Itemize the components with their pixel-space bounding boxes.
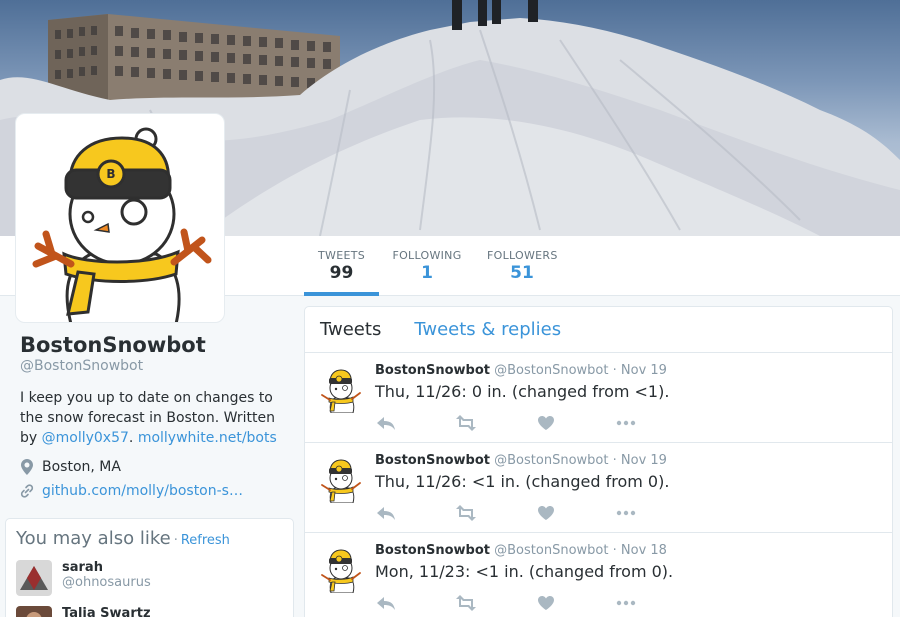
profile-bio: I keep you up to date on changes to the …: [20, 388, 280, 448]
wtf-user-name[interactable]: Talia Swartz: [62, 606, 151, 617]
tab-tweets[interactable]: Tweets: [320, 319, 381, 340]
tweet-text: Mon, 11/23: <1 in. (changed from 0).: [375, 562, 674, 581]
tweet-date[interactable]: Nov 18: [621, 543, 667, 558]
profile-avatar[interactable]: B: [15, 113, 225, 323]
profile-website[interactable]: github.com/molly/boston-s…: [20, 483, 280, 499]
heart-icon[interactable]: [535, 505, 557, 521]
wtf-user-handle: @ohnosaurus: [62, 575, 151, 590]
retweet-icon[interactable]: [455, 505, 477, 521]
link-icon: [20, 484, 34, 498]
stat-label: FOLLOWERS: [487, 249, 558, 262]
svg-text:B: B: [106, 167, 115, 181]
tweet-author-name[interactable]: BostonSnowbot: [375, 453, 490, 468]
bio-mention-link[interactable]: @molly0x57: [42, 430, 129, 446]
heart-icon[interactable]: [535, 415, 557, 431]
avatar[interactable]: [319, 455, 363, 504]
tweet-author-handle[interactable]: @BostonSnowbot: [494, 453, 608, 468]
stat-following[interactable]: FOLLOWING 1: [392, 236, 462, 296]
reply-icon[interactable]: [375, 415, 397, 431]
tweet-actions: [375, 595, 655, 611]
avatar[interactable]: [16, 560, 52, 596]
bio-separator: .: [128, 430, 138, 446]
stat-label: TWEETS: [318, 249, 365, 262]
tweet[interactable]: BostonSnowbot @BostonSnowbot · Nov 19 Th…: [305, 353, 892, 443]
stat-tweets[interactable]: TWEETS 99: [304, 236, 379, 296]
profile-handle[interactable]: @BostonSnowbot: [20, 358, 280, 374]
wtf-user[interactable]: Talia Swartz: [16, 606, 151, 617]
tweet-actions: [375, 505, 655, 521]
tweet-author-handle[interactable]: @BostonSnowbot: [494, 543, 608, 558]
stat-value: 99: [329, 263, 354, 283]
wtf-title: You may also like: [16, 528, 171, 549]
reply-icon[interactable]: [375, 505, 397, 521]
stat-label: FOLLOWING: [392, 249, 462, 262]
tweet-date[interactable]: Nov 19: [621, 453, 667, 468]
tab-tweets-replies[interactable]: Tweets & replies: [414, 319, 561, 340]
tweet[interactable]: BostonSnowbot @BostonSnowbot · Nov 19 Th…: [305, 443, 892, 533]
profile-name[interactable]: BostonSnowbot: [20, 333, 280, 357]
tweet-actions: [375, 415, 655, 431]
tweet-text: Thu, 11/26: 0 in. (changed from <1).: [375, 382, 670, 401]
timeline: Tweets Tweets & replies BostonSnowbot @B…: [304, 306, 893, 617]
profile-card: BostonSnowbot @BostonSnowbot I keep you …: [20, 333, 280, 499]
avatar[interactable]: [319, 545, 363, 594]
reply-icon[interactable]: [375, 595, 397, 611]
heart-icon[interactable]: [535, 595, 557, 611]
tweet-separator: ·: [612, 453, 617, 468]
website-text[interactable]: github.com/molly/boston-s…: [42, 483, 243, 499]
wtf-refresh-link[interactable]: Refresh: [181, 533, 230, 548]
who-to-follow: You may also like · Refresh sarah @ohnos…: [5, 518, 294, 617]
bio-website-link[interactable]: mollywhite.net/bots: [138, 430, 277, 446]
stat-value: 51: [510, 263, 534, 283]
more-icon[interactable]: [615, 415, 637, 431]
tweet-author-handle[interactable]: @BostonSnowbot: [494, 363, 608, 378]
wtf-user[interactable]: sarah @ohnosaurus: [16, 560, 151, 596]
more-icon[interactable]: [615, 505, 637, 521]
tweet-author-name[interactable]: BostonSnowbot: [375, 543, 490, 558]
tweet-header: BostonSnowbot @BostonSnowbot · Nov 19: [375, 453, 667, 468]
tweet-text: Thu, 11/26: <1 in. (changed from 0).: [375, 472, 670, 491]
timeline-tabs: Tweets Tweets & replies: [305, 307, 892, 353]
profile-location: Boston, MA: [20, 459, 280, 475]
tweet-header: BostonSnowbot @BostonSnowbot · Nov 19: [375, 363, 667, 378]
map-pin-icon: [20, 459, 34, 475]
stat-followers[interactable]: FOLLOWERS 51: [487, 236, 557, 296]
retweet-icon[interactable]: [455, 415, 477, 431]
tweet-separator: ·: [612, 543, 617, 558]
stat-value: 1: [421, 263, 433, 283]
tweet[interactable]: BostonSnowbot @BostonSnowbot · Nov 18 Mo…: [305, 533, 892, 617]
avatar[interactable]: [319, 365, 363, 414]
tweet-author-name[interactable]: BostonSnowbot: [375, 363, 490, 378]
avatar[interactable]: [16, 606, 52, 617]
tweet-separator: ·: [612, 363, 617, 378]
location-text: Boston, MA: [42, 459, 121, 475]
retweet-icon[interactable]: [455, 595, 477, 611]
wtf-user-name[interactable]: sarah: [62, 560, 151, 575]
wtf-dot: ·: [173, 533, 178, 548]
tweet-header: BostonSnowbot @BostonSnowbot · Nov 18: [375, 543, 667, 558]
more-icon[interactable]: [615, 595, 637, 611]
tweet-date[interactable]: Nov 19: [621, 363, 667, 378]
